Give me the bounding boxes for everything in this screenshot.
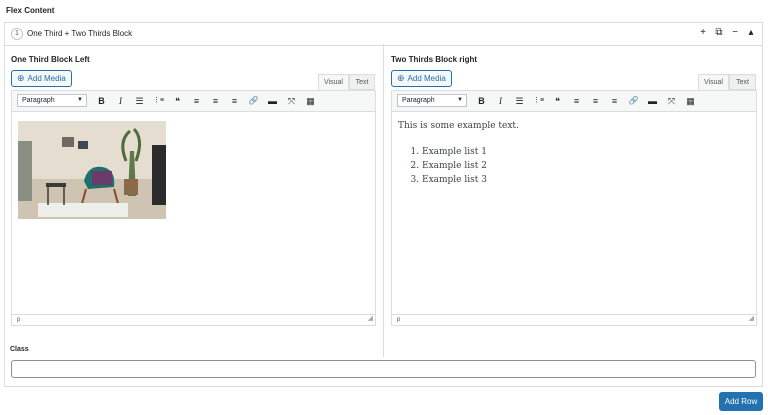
add-row-icon[interactable]: + xyxy=(698,26,708,40)
format-select-right[interactable]: Paragraph ▼ xyxy=(397,94,467,107)
row-layout-label: One Third + Two Thirds Block xyxy=(27,29,133,38)
column-divider xyxy=(383,44,384,357)
resize-handle-icon[interactable]: ◢ xyxy=(368,314,373,324)
list-item: Example list 1 xyxy=(422,145,487,159)
bold-icon[interactable]: B xyxy=(92,94,111,108)
example-list: Example list 1 Example list 2 Example li… xyxy=(408,145,487,187)
numbered-list-icon[interactable]: ⋮≡ xyxy=(149,94,168,108)
italic-icon[interactable]: I xyxy=(491,94,510,108)
add-media-button-right[interactable]: ⊕ Add Media xyxy=(391,70,452,87)
collapse-icon[interactable]: ▴ xyxy=(746,26,756,40)
remove-icon[interactable]: − xyxy=(730,26,740,40)
list-item: Example list 2 xyxy=(422,159,487,173)
format-select-left[interactable]: Paragraph ▼ xyxy=(17,94,87,107)
inserted-image[interactable] xyxy=(18,121,166,219)
bold-icon[interactable]: B xyxy=(472,94,491,108)
blockquote-icon[interactable]: ❝ xyxy=(548,94,567,108)
read-more-icon[interactable]: ▬ xyxy=(643,94,662,108)
italic-icon[interactable]: I xyxy=(111,94,130,108)
chevron-down-icon: ▼ xyxy=(457,97,463,103)
element-path: p xyxy=(17,317,21,323)
tab-visual-right[interactable]: Visual xyxy=(698,74,729,90)
resize-handle-icon[interactable]: ◢ xyxy=(749,314,754,324)
align-left-icon[interactable]: ≡ xyxy=(187,94,206,108)
tab-text-right[interactable]: Text xyxy=(729,74,756,90)
row-number: 1 xyxy=(11,28,23,40)
fullscreen-icon[interactable]: ⤧ xyxy=(662,94,681,108)
toolbar-buttons-left: B I ☰ ⋮≡ ❝ ≡ ≡ ≡ 🔗 ▬ ⤧ ▦ xyxy=(92,94,320,108)
align-center-icon[interactable]: ≡ xyxy=(586,94,605,108)
editor-toolbar-right: Paragraph ▼ B I ☰ ⋮≡ ❝ ≡ ≡ ≡ 🔗 ▬ ⤧ ▦ xyxy=(392,91,756,112)
element-path: p xyxy=(397,317,401,323)
add-row-button[interactable]: Add Row xyxy=(719,392,763,411)
editor-content-right[interactable]: This is some example text. Example list … xyxy=(392,112,756,314)
media-icon: ⊕ xyxy=(397,73,405,83)
right-block-title: Two Thirds Block right xyxy=(391,55,478,64)
duplicate-icon[interactable]: ⧉ xyxy=(714,26,724,40)
chevron-down-icon: ▼ xyxy=(77,97,83,103)
editor-content-left[interactable] xyxy=(12,112,375,314)
tab-text-left[interactable]: Text xyxy=(349,74,375,90)
editor-left: Paragraph ▼ B I ☰ ⋮≡ ❝ ≡ ≡ ≡ 🔗 ▬ ⤧ ▦ p ◢ xyxy=(11,90,376,326)
bullet-list-icon[interactable]: ☰ xyxy=(130,94,149,108)
link-icon[interactable]: 🔗 xyxy=(244,94,263,108)
bullet-list-icon[interactable]: ☰ xyxy=(510,94,529,108)
add-media-label: Add Media xyxy=(27,74,66,83)
row-actions: + ⧉ − ▴ xyxy=(698,26,756,40)
format-select-value: Paragraph xyxy=(402,97,435,104)
class-field-label: Class xyxy=(10,346,29,353)
tab-visual-left[interactable]: Visual xyxy=(318,74,349,90)
align-right-icon[interactable]: ≡ xyxy=(225,94,244,108)
editor-toolbar-left: Paragraph ▼ B I ☰ ⋮≡ ❝ ≡ ≡ ≡ 🔗 ▬ ⤧ ▦ xyxy=(12,91,375,112)
list-item: Example list 3 xyxy=(422,173,487,187)
link-icon[interactable]: 🔗 xyxy=(624,94,643,108)
format-select-value: Paragraph xyxy=(22,97,55,104)
class-input[interactable] xyxy=(11,360,756,378)
toolbar-toggle-icon[interactable]: ▦ xyxy=(681,94,700,108)
align-left-icon[interactable]: ≡ xyxy=(567,94,586,108)
add-media-button-left[interactable]: ⊕ Add Media xyxy=(11,70,72,87)
editor-status-right: p ◢ xyxy=(392,314,756,325)
toolbar-buttons-right: B I ☰ ⋮≡ ❝ ≡ ≡ ≡ 🔗 ▬ ⤧ ▦ xyxy=(472,94,700,108)
flex-content-title: Flex Content xyxy=(6,6,55,15)
numbered-list-icon[interactable]: ⋮≡ xyxy=(529,94,548,108)
editor-right: Paragraph ▼ B I ☰ ⋮≡ ❝ ≡ ≡ ≡ 🔗 ▬ ⤧ ▦ Thi… xyxy=(391,90,757,326)
blockquote-icon[interactable]: ❝ xyxy=(168,94,187,108)
media-icon: ⊕ xyxy=(17,73,25,83)
editor-status-left: p ◢ xyxy=(12,314,375,325)
read-more-icon[interactable]: ▬ xyxy=(263,94,282,108)
align-right-icon[interactable]: ≡ xyxy=(605,94,624,108)
toolbar-toggle-icon[interactable]: ▦ xyxy=(301,94,320,108)
align-center-icon[interactable]: ≡ xyxy=(206,94,225,108)
fullscreen-icon[interactable]: ⤧ xyxy=(282,94,301,108)
add-media-label: Add Media xyxy=(407,74,446,83)
left-block-title: One Third Block Left xyxy=(11,55,90,64)
example-paragraph: This is some example text. xyxy=(398,121,519,131)
row-header[interactable]: 1 One Third + Two Thirds Block + ⧉ − ▴ xyxy=(5,23,762,46)
